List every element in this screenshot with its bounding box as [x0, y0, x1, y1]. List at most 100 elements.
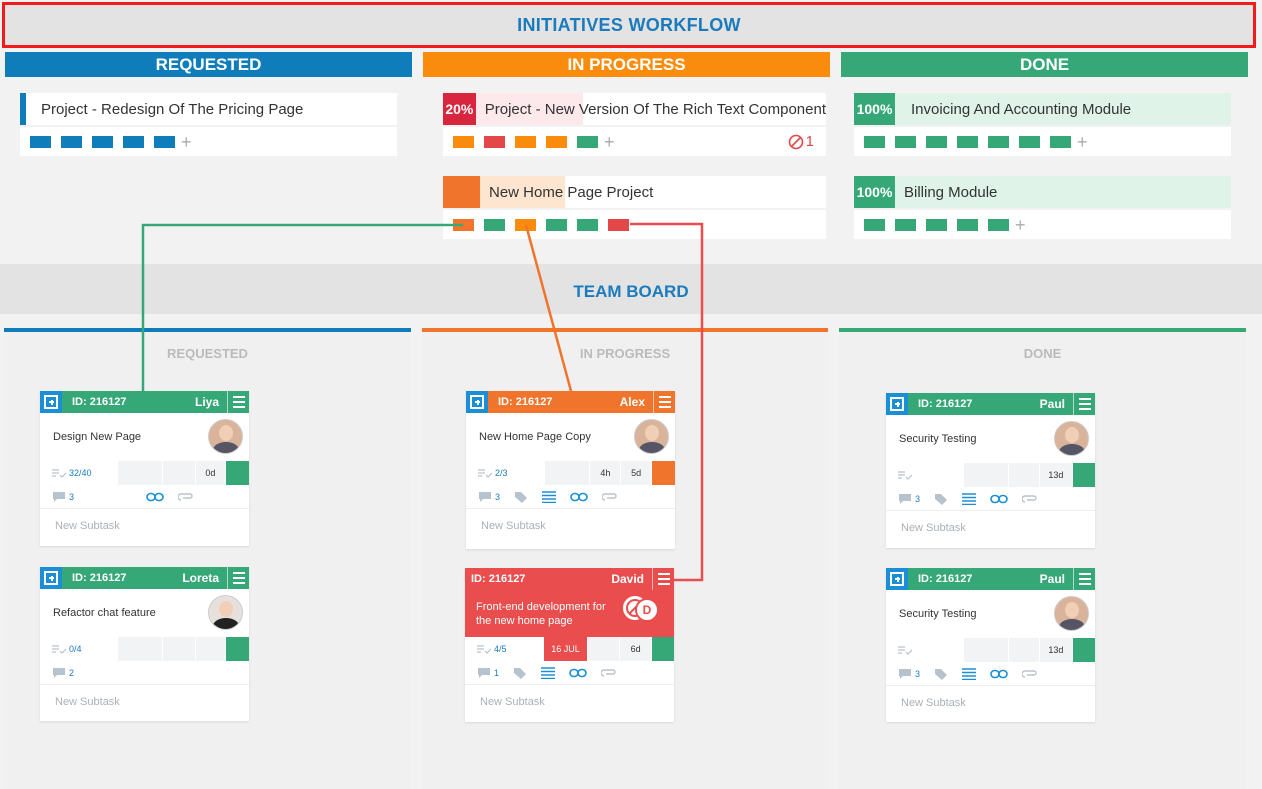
task-square[interactable] [484, 218, 505, 231]
link-button[interactable] [569, 668, 587, 678]
new-subtask-link[interactable]: New Subtask [40, 509, 249, 543]
task-square[interactable] [577, 218, 598, 231]
task-square[interactable] [1019, 135, 1040, 148]
task-square[interactable] [92, 135, 113, 148]
card-menu-button[interactable] [227, 567, 249, 589]
card-body[interactable]: Design New Page [40, 413, 249, 461]
link-button[interactable] [146, 492, 164, 502]
task-square[interactable] [957, 218, 978, 231]
add-subtask-button[interactable] [40, 391, 62, 413]
description-button[interactable] [541, 666, 556, 679]
description-button[interactable] [542, 490, 557, 503]
task-square[interactable] [864, 135, 885, 148]
task-square[interactable] [1050, 135, 1071, 148]
workflow-column-done[interactable]: DONE [841, 52, 1248, 77]
task-card-paul-2[interactable]: ID: 216127 Paul Security Testing 13d 3 N… [886, 568, 1095, 722]
checklist-progress[interactable]: 0/4 [40, 637, 118, 661]
task-square[interactable] [61, 135, 82, 148]
link-button[interactable] [570, 492, 588, 502]
due-date-cell[interactable]: 16 JUL [543, 637, 588, 661]
add-task-icon[interactable]: + [1077, 133, 1088, 151]
task-square[interactable] [30, 135, 51, 148]
new-subtask-link[interactable]: New Subtask [886, 686, 1095, 720]
comments[interactable]: 3 [898, 493, 920, 505]
card-body[interactable]: Front-end development for the new home p… [465, 590, 674, 637]
add-subtask-button[interactable] [886, 393, 908, 415]
add-task-icon[interactable]: + [604, 133, 615, 151]
add-subtask-button[interactable] [466, 391, 488, 413]
new-subtask-link[interactable]: New Subtask [466, 509, 675, 543]
tag-button[interactable] [514, 491, 528, 503]
comments[interactable]: 2 [52, 667, 74, 679]
checklist-progress[interactable]: 32/40 [40, 461, 118, 485]
comments[interactable]: 3 [52, 491, 74, 503]
link-button[interactable] [990, 669, 1008, 679]
comments[interactable]: 3 [478, 491, 500, 503]
workflow-column-in-progress[interactable]: IN PROGRESS [423, 52, 830, 77]
task-square[interactable] [546, 135, 567, 148]
card-body[interactable]: New Home Page Copy [466, 413, 675, 461]
description-button[interactable] [962, 667, 977, 680]
checklist-progress[interactable] [886, 638, 964, 662]
task-square[interactable] [988, 135, 1009, 148]
attachment-button[interactable] [601, 668, 617, 678]
task-square[interactable] [988, 218, 1009, 231]
attachment-button[interactable] [1022, 669, 1038, 679]
link-button[interactable] [990, 494, 1008, 504]
card-body[interactable]: Refactor chat feature [40, 589, 249, 637]
attachment-button[interactable] [178, 492, 194, 502]
comments[interactable]: 1 [477, 667, 499, 679]
new-subtask-link[interactable]: New Subtask [40, 685, 249, 719]
task-square[interactable] [154, 135, 175, 148]
initiative-card-billing[interactable]: 100% Billing Module + [854, 176, 1231, 239]
attachment-button[interactable] [602, 492, 618, 502]
task-square[interactable] [453, 135, 474, 148]
add-task-icon[interactable]: + [181, 133, 192, 151]
task-square[interactable] [515, 135, 536, 148]
task-card-liya[interactable]: ID: 216127 Liya Design New Page 32/40 0d… [40, 391, 249, 546]
comments[interactable]: 3 [898, 668, 920, 680]
attachment-button[interactable] [1022, 494, 1038, 504]
card-menu-button[interactable] [1073, 568, 1095, 590]
task-square[interactable] [895, 218, 916, 231]
new-subtask-link[interactable]: New Subtask [886, 511, 1095, 545]
tag-button[interactable] [934, 668, 948, 680]
task-square[interactable] [957, 135, 978, 148]
card-body[interactable]: Security Testing [886, 590, 1095, 638]
card-menu-button[interactable] [1073, 393, 1095, 415]
initiative-card-richtext[interactable]: 20% Project - New Version Of The Rich Te… [443, 93, 826, 156]
add-subtask-button[interactable] [886, 568, 908, 590]
task-card-loreta[interactable]: ID: 216127 Loreta Refactor chat feature … [40, 567, 249, 721]
card-menu-button[interactable] [653, 391, 675, 413]
task-square[interactable] [926, 218, 947, 231]
task-square[interactable] [546, 218, 567, 231]
tag-button[interactable] [513, 667, 527, 679]
task-square[interactable] [484, 135, 505, 148]
blocked-badge[interactable]: D [621, 594, 659, 624]
task-card-alex[interactable]: ID: 216127 Alex New Home Page Copy 2/3 4… [466, 391, 675, 549]
description-button[interactable] [962, 492, 977, 505]
task-square[interactable] [577, 135, 598, 148]
add-task-icon[interactable]: + [1015, 216, 1026, 234]
task-square[interactable] [123, 135, 144, 148]
add-subtask-button[interactable] [40, 567, 62, 589]
task-square[interactable] [864, 218, 885, 231]
initiative-card-homepage[interactable]: New Home Page Project [443, 176, 826, 239]
initiative-card-invoicing[interactable]: 100% Invoicing And Accounting Module + [854, 93, 1231, 156]
task-card-david[interactable]: ID: 216127 David Front-end development f… [465, 568, 674, 722]
blocked-indicator[interactable]: 1 [788, 133, 814, 150]
task-square[interactable] [515, 218, 536, 231]
checklist-progress[interactable]: 2/3 [466, 461, 544, 485]
task-square[interactable] [895, 135, 916, 148]
workflow-column-requested[interactable]: REQUESTED [5, 52, 412, 77]
task-card-paul-1[interactable]: ID: 216127 Paul Security Testing 13d 3 N… [886, 393, 1095, 548]
task-square[interactable] [926, 135, 947, 148]
card-body[interactable]: Security Testing [886, 415, 1095, 463]
card-menu-button[interactable] [652, 568, 674, 590]
checklist-progress[interactable] [886, 463, 964, 487]
task-square[interactable] [453, 218, 474, 231]
initiative-card-redesign[interactable]: Project - Redesign Of The Pricing Page + [20, 93, 397, 156]
checklist-progress[interactable]: 4/5 [465, 637, 543, 661]
task-square[interactable] [608, 218, 629, 231]
new-subtask-link[interactable]: New Subtask [465, 685, 674, 719]
